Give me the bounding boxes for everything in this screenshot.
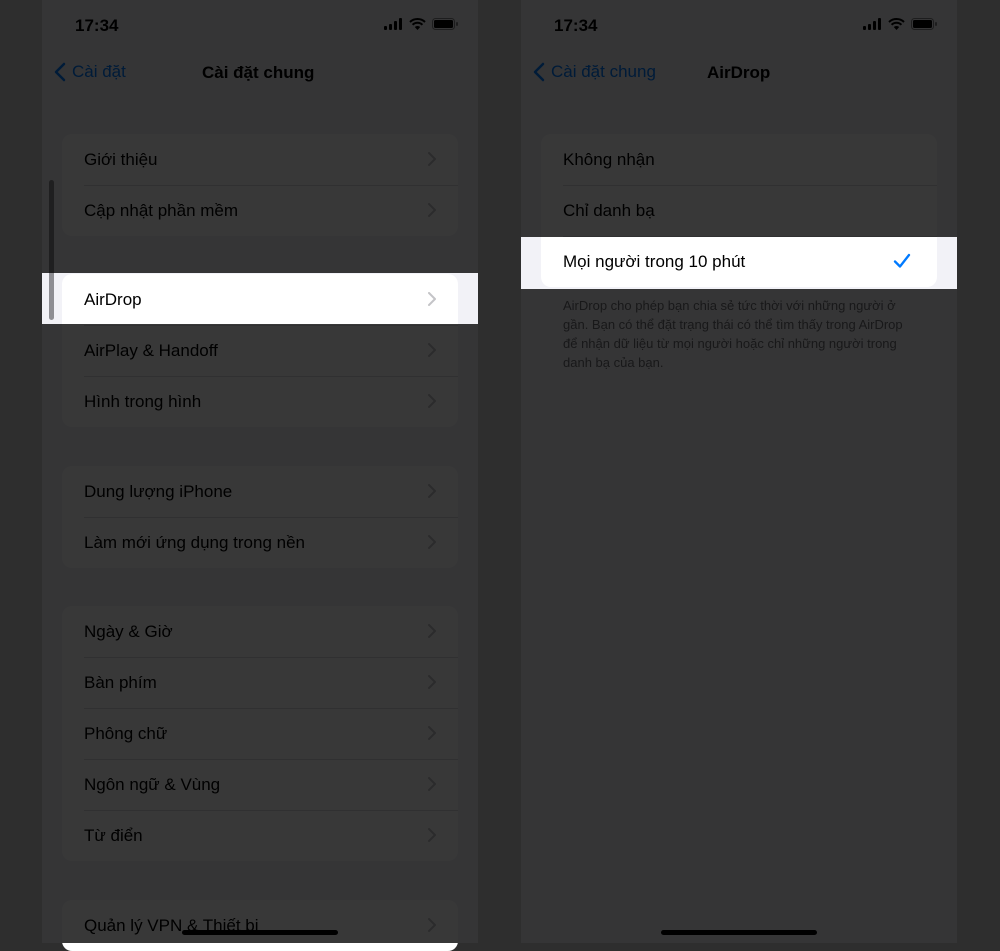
list-item-keyboard[interactable]: Bàn phím <box>62 657 458 708</box>
airdrop-footer-description: AirDrop cho phép bạn chia sẻ tức thời vớ… <box>563 298 903 370</box>
home-indicator[interactable] <box>182 930 338 935</box>
home-indicator[interactable] <box>661 930 817 935</box>
chevron-right-icon <box>428 292 436 306</box>
settings-group-about: Giới thiệu Cập nhật phần mềm <box>62 134 458 236</box>
right-phone-screen: 17:34 Cài đặt chung AirDrop Không nhận C… <box>521 0 957 943</box>
settings-group-storage: Dung lượng iPhone Làm mới ứng dụng trong… <box>62 466 458 568</box>
cellular-signal-icon <box>384 18 402 30</box>
list-item-about[interactable]: Giới thiệu <box>62 134 458 185</box>
navigation-bar: Cài đặt Cài đặt chung <box>42 52 478 96</box>
checkmark-icon <box>893 253 911 268</box>
list-item-iphone-storage[interactable]: Dung lượng iPhone <box>62 466 458 517</box>
page-title: Cài đặt chung <box>202 63 315 82</box>
wifi-icon <box>409 18 426 30</box>
chevron-left-icon <box>54 62 66 82</box>
list-item-picture-in-picture[interactable]: Hình trong hình <box>62 376 458 427</box>
wifi-icon <box>888 18 905 30</box>
back-button-label: Cài đặt chung <box>551 62 656 81</box>
scroll-indicator[interactable] <box>49 180 54 320</box>
chevron-right-icon <box>428 675 436 689</box>
back-button[interactable]: Cài đặt <box>54 62 126 82</box>
back-button[interactable]: Cài đặt chung <box>533 62 656 82</box>
back-button-label: Cài đặt <box>72 62 126 81</box>
list-item-vpn-device-management[interactable]: Quản lý VPN & Thiết bị <box>62 900 458 951</box>
status-bar: 17:34 <box>521 0 957 50</box>
list-item-airdrop[interactable]: AirDrop <box>62 274 458 325</box>
chevron-right-icon <box>428 918 436 932</box>
settings-group-airdrop: AirDrop AirPlay & Handoff Hình trong hìn… <box>62 274 458 427</box>
status-time: 17:34 <box>554 16 598 35</box>
battery-icon <box>911 18 937 30</box>
navigation-bar: Cài đặt chung AirDrop <box>521 52 957 96</box>
left-phone-screen: 17:34 Cài đặt Cài đặt chung Giới thiệu C… <box>42 0 478 951</box>
list-item-fonts[interactable]: Phông chữ <box>62 708 458 759</box>
settings-group-locale: Ngày & Giờ Bàn phím Phông chữ Ngôn ngữ &… <box>62 606 458 861</box>
chevron-right-icon <box>428 152 436 166</box>
chevron-right-icon <box>428 484 436 498</box>
list-item-dictionary[interactable]: Từ điển <box>62 810 458 861</box>
status-bar: 17:34 <box>42 0 478 50</box>
list-item-software-update[interactable]: Cập nhật phần mềm <box>62 185 458 236</box>
list-item-airplay-handoff[interactable]: AirPlay & Handoff <box>62 325 458 376</box>
option-receiving-off[interactable]: Không nhận <box>541 134 937 185</box>
cellular-signal-icon <box>863 18 881 30</box>
page-title: AirDrop <box>707 63 771 82</box>
list-item-date-time[interactable]: Ngày & Giờ <box>62 606 458 657</box>
settings-group-vpn: Quản lý VPN & Thiết bị <box>62 900 458 951</box>
chevron-right-icon <box>428 343 436 357</box>
chevron-right-icon <box>428 777 436 791</box>
airdrop-options-group: Không nhận Chỉ danh bạ Mọi người trong 1… <box>541 134 937 287</box>
status-time: 17:34 <box>75 16 119 35</box>
chevron-left-icon <box>533 62 545 82</box>
list-item-background-refresh[interactable]: Làm mới ứng dụng trong nền <box>62 517 458 568</box>
option-everyone-10-minutes[interactable]: Mọi người trong 10 phút <box>541 236 937 287</box>
chevron-right-icon <box>428 394 436 408</box>
option-contacts-only[interactable]: Chỉ danh bạ <box>541 185 937 236</box>
list-item-language-region[interactable]: Ngôn ngữ & Vùng <box>62 759 458 810</box>
chevron-right-icon <box>428 726 436 740</box>
chevron-right-icon <box>428 828 436 842</box>
battery-icon <box>432 18 458 30</box>
chevron-right-icon <box>428 624 436 638</box>
chevron-right-icon <box>428 203 436 217</box>
chevron-right-icon <box>428 535 436 549</box>
